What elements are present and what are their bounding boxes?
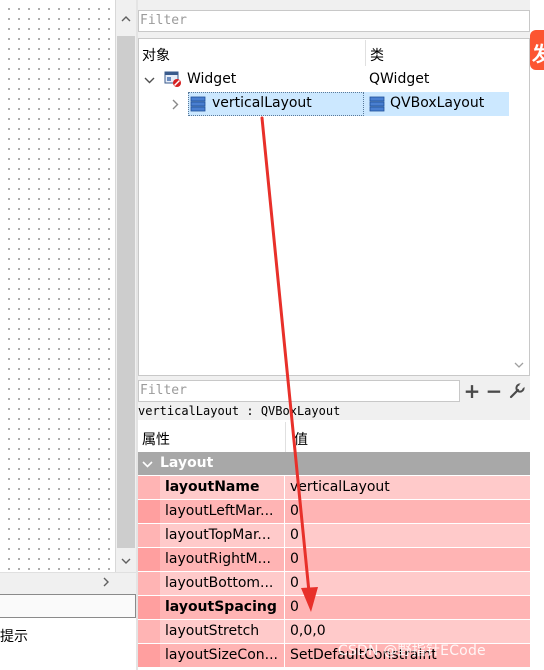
tree-item-verticallayout-class: QVBoxLayout	[390, 95, 485, 111]
expand-chevron-icon[interactable]	[166, 96, 184, 112]
tree-item-verticallayout-name[interactable]: verticalLayout	[212, 95, 312, 111]
property-name: layoutStretch	[165, 623, 260, 639]
column-divider	[284, 476, 285, 499]
property-name: layoutRightM...	[165, 551, 271, 567]
object-filter-placeholder: Filter	[140, 13, 187, 28]
column-divider	[284, 644, 285, 667]
property-row-layoutname[interactable]: layoutName verticalLayout	[138, 476, 530, 500]
property-value[interactable]: verticalLayout	[290, 479, 390, 495]
object-tree[interactable]	[138, 38, 530, 376]
property-row-layoutleftmargin[interactable]: layoutLeftMar... 0	[138, 500, 530, 524]
property-value[interactable]: 0	[290, 503, 299, 519]
row-gutter	[138, 476, 160, 499]
property-row-layoutbottommargin[interactable]: layoutBottom... 0	[138, 572, 530, 596]
property-value[interactable]: 0	[290, 551, 299, 567]
collapse-chevron-icon[interactable]	[140, 456, 154, 472]
watermark: CSDN @野指针ECode	[338, 643, 486, 659]
widget-icon	[164, 71, 182, 88]
tree-item-widget-class: QWidget	[369, 71, 430, 87]
add-property-button[interactable]: +	[462, 379, 482, 403]
column-divider	[285, 422, 286, 452]
column-divider	[284, 572, 285, 595]
column-divider	[284, 620, 285, 643]
column-header-value[interactable]: 值	[294, 429, 308, 449]
property-value[interactable]: 0	[290, 527, 299, 543]
vboxlayout-class-icon	[369, 96, 385, 112]
property-value[interactable]: 0	[290, 599, 299, 615]
object-tree-scroll-down-icon[interactable]	[510, 356, 528, 374]
collapse-chevron-icon[interactable]	[140, 72, 158, 88]
property-name: layoutBottom...	[165, 575, 274, 591]
selected-object-class-label: verticalLayout : QVBoxLayout	[138, 404, 341, 418]
wrench-icon[interactable]	[506, 380, 528, 402]
right-edge-panel	[530, 0, 544, 670]
property-value[interactable]: 0	[290, 575, 299, 591]
scroll-up-icon[interactable]	[116, 8, 136, 28]
row-gutter	[138, 620, 160, 643]
canvas-scroll-thumb[interactable]	[117, 36, 135, 548]
column-divider	[284, 524, 285, 547]
column-header-class[interactable]: 类	[370, 45, 384, 65]
property-row-layoutspacing[interactable]: layoutSpacing 0	[138, 596, 530, 620]
column-header-property[interactable]: 属性	[142, 429, 170, 449]
property-value[interactable]: 0,0,0	[290, 623, 326, 639]
property-name: layoutSpacing	[165, 599, 277, 615]
row-gutter	[138, 500, 160, 523]
hint-text: 提示	[0, 629, 28, 645]
remove-property-button[interactable]: −	[484, 379, 504, 403]
column-divider	[365, 40, 366, 66]
column-header-object[interactable]: 对象	[142, 45, 170, 65]
tree-item-widget-name[interactable]: Widget	[187, 71, 236, 87]
row-gutter	[138, 524, 160, 547]
property-row-layouttopmargin[interactable]: layoutTopMar... 0	[138, 524, 530, 548]
property-name: layoutLeftMar...	[165, 503, 274, 519]
object-filter-input[interactable]	[138, 10, 530, 32]
row-gutter	[138, 644, 160, 667]
column-divider	[284, 596, 285, 619]
property-name: layoutSizeCon...	[165, 647, 278, 663]
property-name: layoutName	[165, 479, 260, 495]
column-divider	[284, 500, 285, 523]
property-group-label: Layout	[160, 455, 214, 471]
row-gutter	[138, 596, 160, 619]
form-canvas[interactable]	[0, 0, 116, 572]
row-gutter	[138, 548, 160, 571]
property-name: layoutTopMar...	[165, 527, 271, 543]
side-badge-text: 发	[532, 42, 544, 66]
column-divider	[284, 548, 285, 571]
property-row-layoutrightmargin[interactable]: layoutRightM... 0	[138, 548, 530, 572]
vboxlayout-icon	[190, 96, 206, 112]
scroll-right-icon[interactable]	[96, 572, 116, 592]
property-filter-placeholder: Filter	[140, 383, 187, 398]
scroll-down-icon[interactable]	[116, 551, 136, 571]
row-gutter	[138, 572, 160, 595]
lower-panel-field[interactable]	[0, 594, 136, 618]
